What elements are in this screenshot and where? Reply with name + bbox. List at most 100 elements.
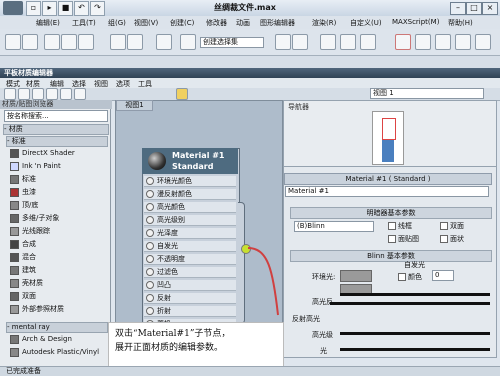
material-type-item[interactable]: 顶/底 [10, 200, 108, 210]
material-name-field[interactable]: Material #1 [285, 186, 489, 197]
maximize-icon[interactable]: □ [466, 2, 482, 15]
select-object-icon[interactable] [44, 34, 60, 50]
material-type-item[interactable]: 标准 [10, 174, 108, 184]
teapot-render-icon[interactable] [475, 34, 491, 50]
selection-set-dropdown[interactable]: 创建选择集 [200, 37, 264, 48]
node-slot[interactable]: 光泽度 [144, 228, 236, 239]
pick-material-icon[interactable] [4, 88, 16, 100]
menu-view[interactable]: 视图(V) [134, 18, 158, 28]
new-file-icon[interactable]: ▫ [26, 1, 41, 16]
material-type-item[interactable]: 光线跟踪 [10, 226, 108, 236]
material-type-item[interactable]: 虫漆 [10, 187, 108, 197]
view-select-dropdown[interactable]: 视图 1 [370, 88, 484, 99]
input-socket-icon[interactable] [146, 307, 154, 315]
move-icon[interactable] [61, 34, 77, 50]
menu-modifiers[interactable]: 修改器 [206, 18, 227, 28]
snap-icon[interactable] [180, 34, 196, 50]
shader-basic-params[interactable]: 明暗器基本参数 [290, 207, 492, 219]
material-type-item[interactable]: 多维/子对象 [10, 213, 108, 223]
material-type-item[interactable]: 建筑 [10, 265, 108, 275]
mentalray-type-item[interactable]: Autodesk Plastic/Vinyl [10, 347, 108, 357]
menu-tools[interactable]: 工具(T) [72, 18, 96, 28]
standard-section[interactable]: - 标准 [6, 136, 108, 147]
menu-graph-editors[interactable]: 图形编辑器 [260, 18, 295, 28]
input-socket-icon[interactable] [146, 190, 154, 198]
shader-type-dropdown[interactable]: (B)Blinn [294, 221, 374, 232]
faceted-checkbox[interactable]: 面状 [440, 234, 464, 244]
color-value-spinner[interactable]: 0 [432, 270, 454, 281]
node-slot[interactable]: 高光级别 [144, 215, 236, 226]
menu-customize[interactable]: 自定义(U) [350, 18, 382, 28]
close-icon[interactable]: × [482, 2, 498, 15]
render-setup-icon[interactable] [415, 34, 431, 50]
ambient-swatch[interactable] [340, 270, 372, 282]
layer-icon[interactable] [320, 34, 336, 50]
input-socket-icon[interactable] [146, 177, 154, 185]
menu-create[interactable]: 创建(C) [170, 18, 194, 28]
input-socket-icon[interactable] [146, 268, 154, 276]
node-slot[interactable]: 凹凸 [144, 280, 236, 291]
node-slot[interactable]: 过滤色 [144, 267, 236, 278]
menu-group[interactable]: 组(G) [108, 18, 126, 28]
material-type-item[interactable]: 双面 [10, 291, 108, 301]
input-socket-icon[interactable] [146, 203, 154, 211]
node-slot[interactable]: 环境光颜色 [144, 176, 236, 187]
node-slot[interactable]: 高光颜色 [144, 202, 236, 213]
material-type-item[interactable]: 混合 [10, 252, 108, 262]
input-socket-icon[interactable] [146, 294, 154, 302]
align-icon[interactable] [292, 34, 308, 50]
material-type-item[interactable]: 外部参照材质 [10, 304, 108, 314]
menu-edit[interactable]: 编辑(E) [36, 18, 60, 28]
material-type-item[interactable]: DirectX Shader [10, 148, 108, 158]
layout-icon[interactable] [176, 88, 188, 100]
input-socket-icon[interactable] [146, 216, 154, 224]
assign-material-icon[interactable] [18, 88, 30, 100]
color-checkbox[interactable]: 颜色 [398, 272, 422, 282]
pivot-icon[interactable] [156, 34, 172, 50]
menu-rendering[interactable]: 渲染(R) [312, 18, 336, 28]
rotate-icon[interactable] [110, 34, 126, 50]
node-slot[interactable]: 不透明度 [144, 254, 236, 265]
menu-animation[interactable]: 动画 [236, 18, 250, 28]
select-link-icon[interactable] [22, 34, 38, 50]
select-name-icon[interactable] [78, 34, 94, 50]
material-type-item[interactable]: Ink 'n Paint [10, 161, 108, 171]
open-file-icon[interactable]: ▸ [42, 1, 57, 16]
minimize-icon[interactable]: – [450, 2, 466, 15]
undo-toolbar-icon[interactable] [5, 34, 21, 50]
put-library-icon[interactable] [46, 88, 58, 100]
material-editor-icon[interactable] [395, 34, 411, 50]
redo-icon[interactable]: ↷ [90, 1, 105, 16]
mirror-icon[interactable] [275, 34, 291, 50]
delete-icon[interactable] [32, 88, 44, 100]
materials-section[interactable]: - 材质 [3, 124, 109, 135]
search-input[interactable]: 按名称搜索... [4, 110, 108, 122]
material-id-icon[interactable] [60, 88, 72, 100]
tab-view1[interactable]: 视图1 [116, 100, 153, 111]
wireframe-checkbox[interactable]: 线框 [388, 221, 412, 231]
render-icon[interactable] [455, 34, 471, 50]
node-slot[interactable]: 漫反射颜色 [144, 189, 236, 200]
mentalray-section[interactable]: - mental ray [6, 322, 108, 333]
material-type-item[interactable]: 壳材质 [10, 278, 108, 288]
save-file-icon[interactable]: ■ [58, 1, 73, 16]
scale-icon[interactable] [127, 34, 143, 50]
input-socket-icon[interactable] [146, 229, 154, 237]
two-sided-checkbox[interactable]: 双面 [440, 221, 464, 231]
node-slot[interactable]: 反射 [144, 293, 236, 304]
menu-maxscript[interactable]: MAXScript(M) [392, 18, 439, 26]
node-slot[interactable]: 自发光 [144, 241, 236, 252]
undo-icon[interactable]: ↶ [74, 1, 89, 16]
input-socket-icon[interactable] [146, 255, 154, 263]
curve-editor-icon[interactable] [340, 34, 356, 50]
input-socket-icon[interactable] [146, 242, 154, 250]
mentalray-type-item[interactable]: Arch & Design [10, 334, 108, 344]
node-slot[interactable]: 折射 [144, 306, 236, 317]
input-socket-icon[interactable] [146, 281, 154, 289]
menu-help[interactable]: 帮助(H) [448, 18, 473, 28]
navigator-view-rect[interactable] [382, 118, 396, 140]
render-frame-icon[interactable] [435, 34, 451, 50]
navigator-map[interactable] [372, 111, 404, 165]
blinn-basic-params[interactable]: Blinn 基本参数 [290, 250, 492, 262]
schematic-icon[interactable] [360, 34, 376, 50]
